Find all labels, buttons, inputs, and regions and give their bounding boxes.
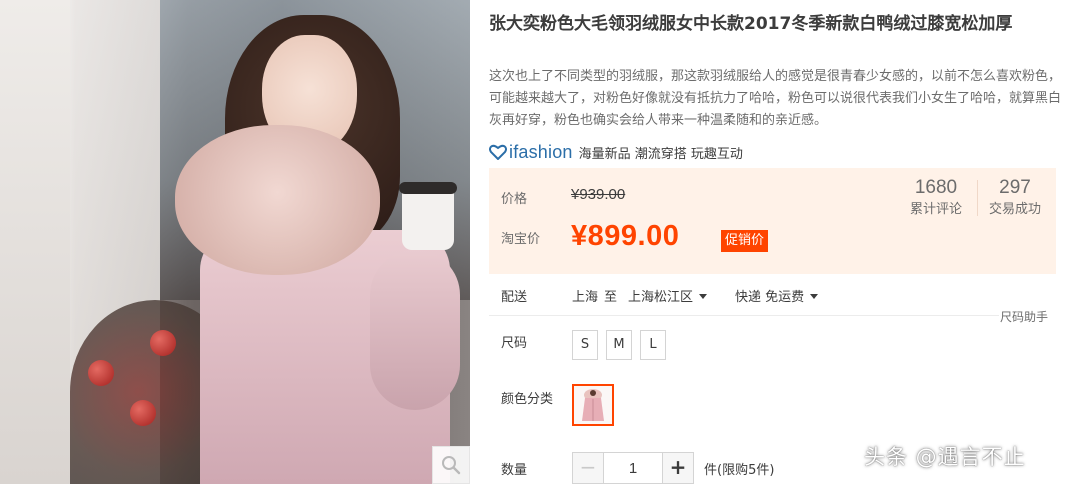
brand-logo[interactable]: ifashion	[489, 142, 573, 163]
original-price-label: 价格	[501, 192, 528, 207]
caret-down-icon	[699, 294, 708, 299]
shipping-fee: 免运费	[765, 290, 805, 305]
shipping-method: 快递	[735, 290, 762, 305]
photo-coffee-cup	[399, 182, 457, 250]
magnifier-icon	[442, 456, 461, 475]
brand-line: ifashion 海量新品 潮流穿搭 玩趣互动	[489, 140, 743, 164]
size-option-l[interactable]: L	[640, 330, 666, 360]
shipping-to-word: 至	[604, 290, 618, 305]
price-panel: 价格 ¥939.00 淘宝价 ¥899.00 促销价 1680 累计评论 297…	[489, 168, 1056, 274]
quantity-unit-limit: 件(限购5件)	[704, 463, 775, 478]
photo-coat-sleeve	[370, 250, 460, 410]
size-option-m[interactable]: M	[606, 330, 632, 360]
brand-tags: 海量新品 潮流穿搭 玩趣互动	[578, 146, 743, 162]
size-label: 尺码	[501, 336, 528, 351]
stat-sales-label: 交易成功	[988, 202, 1041, 217]
size-helper-link[interactable]: 尺码助手	[1000, 308, 1048, 325]
photo-ornament	[130, 400, 156, 426]
coat-thumbnail-icon	[582, 389, 604, 421]
photo-ornament	[88, 360, 114, 386]
sale-price: ¥899.00	[571, 220, 680, 252]
photo-window-left	[0, 0, 70, 484]
product-image[interactable]	[0, 0, 470, 484]
quantity-increase-button[interactable]: +	[662, 452, 694, 484]
shipping-method-select[interactable]: 快递 免运费	[735, 286, 826, 305]
shipping-destination: 上海松江区	[628, 290, 694, 305]
stat-sales-value: 297	[999, 177, 1031, 198]
color-label: 颜色分类	[501, 392, 554, 407]
brand-logo-text: ifashion	[509, 141, 573, 162]
caret-down-icon	[810, 294, 819, 299]
quantity-decrease-button[interactable]: −	[572, 452, 604, 484]
quantity-label: 数量	[501, 463, 528, 478]
product-title: 张大奕粉色大毛领羽绒服女中长款2017冬季新款白鸭绒过膝宽松加厚	[489, 14, 1013, 34]
taobao-price-label: 淘宝价	[501, 232, 541, 247]
size-option-s[interactable]: S	[572, 330, 598, 360]
ifashion-heart-icon	[489, 144, 507, 160]
original-price: ¥939.00	[571, 186, 626, 203]
color-option-pink[interactable]	[572, 384, 614, 426]
product-subtitle: 这次也上了不同类型的羽绒服，那这款羽绒服给人的感觉是很青春少女感的，以前不怎么喜…	[489, 69, 1062, 128]
shipping-from: 上海	[572, 290, 599, 305]
section-divider	[489, 315, 999, 316]
watermark: 头条 @遇言不止	[864, 445, 1026, 469]
stat-sales[interactable]: 297 交易成功	[981, 176, 1049, 220]
stat-divider	[977, 180, 978, 216]
shipping-row: 配送 上海 至 上海松江区 快递 免运费	[489, 284, 1056, 306]
stat-reviews-value: 1680	[914, 177, 958, 198]
shipping-destination-select[interactable]: 上海松江区	[628, 286, 715, 305]
stat-reviews[interactable]: 1680 累计评论	[901, 176, 971, 220]
photo-ornament	[150, 330, 176, 356]
zoom-button[interactable]	[432, 446, 470, 484]
promo-badge: 促销价	[721, 230, 769, 252]
quantity-input[interactable]	[604, 452, 662, 484]
stat-reviews-label: 累计评论	[909, 202, 962, 217]
photo-fur-collar	[175, 125, 380, 275]
shipping-label: 配送	[501, 290, 528, 305]
